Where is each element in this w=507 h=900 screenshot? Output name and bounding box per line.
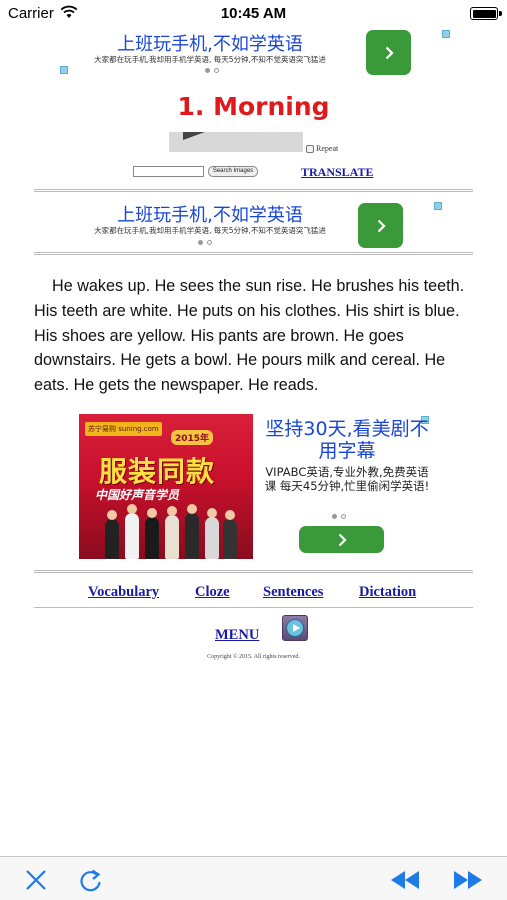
dictation-link[interactable]: Dictation (359, 584, 416, 601)
translate-link[interactable]: TRANSLATE (301, 165, 373, 180)
adchoices-icon[interactable] (60, 66, 68, 74)
adchoices-icon[interactable] (434, 202, 442, 210)
rewind-icon (391, 871, 419, 889)
rewind-button[interactable] (389, 867, 421, 893)
cloze-link[interactable]: Cloze (195, 584, 230, 601)
reload-icon (80, 869, 101, 892)
battery-icon (470, 7, 498, 20)
fast-forward-icon (454, 871, 482, 889)
chevron-right-icon (377, 219, 386, 232)
ad-pager-dots (205, 68, 219, 73)
ad-pager-dots (332, 514, 346, 519)
divider (34, 607, 473, 608)
ad-pager-dots (198, 240, 212, 245)
chevron-right-icon (385, 46, 394, 59)
ad-image-headline: 服装同款 (99, 455, 216, 488)
menu-link[interactable]: MENU (215, 627, 259, 644)
copyright-text: Copyright © 2015. All rights reserved. (207, 654, 300, 660)
pager-dot (207, 240, 212, 245)
image-search-input[interactable] (133, 166, 204, 177)
divider (34, 189, 473, 192)
sentences-link[interactable]: Sentences (263, 584, 323, 601)
status-time: 10:45 AM (220, 5, 287, 22)
ad-image[interactable]: 苏宁易购 suning.com 2015年 服装同款 中国好声音学员 (79, 414, 253, 559)
ad-subtitle: 大家都在玩手机,我却用手机学英语, 每天5分钟,不知不觉英语突飞猛进 (94, 55, 326, 64)
ad-title: 上班玩手机,不如学英语 (117, 205, 303, 226)
suning-logo: 苏宁易购 suning.com (85, 422, 162, 436)
repeat-checkbox[interactable] (306, 144, 314, 153)
ad-go-button[interactable] (299, 526, 384, 553)
ad-image-year: 2015年 (171, 430, 214, 445)
ad-banner-middle[interactable]: 上班玩手机,不如学英语 大家都在玩手机,我却用手机学英语, 每天5分钟,不知不觉… (60, 198, 450, 250)
divider (34, 570, 473, 573)
play-icon[interactable] (183, 132, 205, 140)
vocabulary-link[interactable]: Vocabulary (88, 584, 159, 601)
pager-dot (205, 68, 210, 73)
close-icon (26, 870, 46, 890)
play-audio-icon[interactable] (282, 615, 308, 641)
audio-player[interactable] (169, 132, 303, 152)
pager-dot (214, 68, 219, 73)
pager-dot (198, 240, 203, 245)
battery-tip (499, 11, 502, 16)
ad-banner-top[interactable]: 上班玩手机,不如学英语 大家都在玩手机,我却用手机学英语, 每天5分钟,不知不觉… (60, 28, 450, 78)
adchoices-icon[interactable] (442, 30, 450, 38)
ad-title: 坚持30天,看美剧不用字幕 (265, 418, 429, 462)
pager-dot (332, 514, 337, 519)
ad-description: VIPABC英语,专业外教,免费英语课 每天45分钟,忙里偷闲学英语! (264, 465, 430, 493)
repeat-label: Repeat (316, 144, 339, 153)
ad-title: 上班玩手机,不如学英语 (117, 34, 303, 55)
status-bar: Carrier 10:45 AM (0, 0, 507, 28)
chevron-right-icon (338, 533, 347, 546)
story-text: He wakes up. He sees the sun rise. He br… (34, 274, 479, 398)
pager-dot (341, 514, 346, 519)
bottom-toolbar (0, 856, 507, 900)
divider (34, 252, 473, 255)
ad-go-button[interactable] (366, 30, 411, 75)
reload-button[interactable] (78, 867, 104, 893)
story-paragraph: He wakes up. He sees the sun rise. He br… (34, 277, 465, 395)
ad-image-people (101, 502, 241, 559)
ad-image-tagline: 中国好声音学员 (95, 488, 180, 502)
ad-subtitle: 大家都在玩手机,我却用手机学英语, 每天5分钟,不知不觉英语突飞猛进 (94, 226, 326, 235)
search-images-button[interactable]: Search Images (208, 166, 258, 177)
fast-forward-button[interactable] (452, 867, 484, 893)
page-title: 1. Morning (177, 92, 330, 121)
close-button[interactable] (23, 867, 49, 893)
repeat-toggle[interactable]: Repeat (306, 144, 338, 153)
ad-go-button[interactable] (358, 203, 403, 248)
